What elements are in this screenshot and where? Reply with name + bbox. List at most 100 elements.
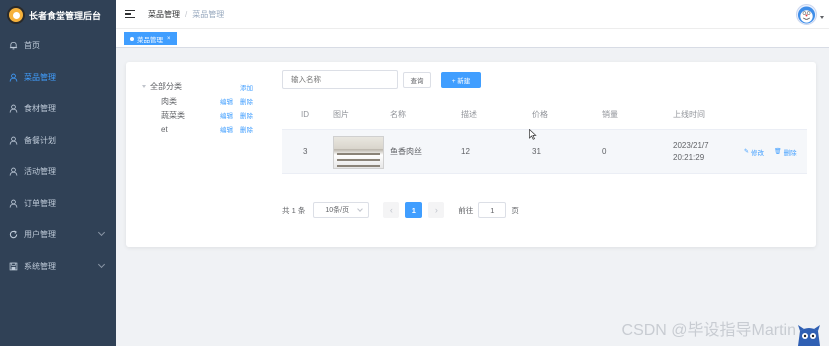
- user-icon: [8, 104, 18, 114]
- caret-down-icon[interactable]: [820, 16, 824, 19]
- edit-category-link[interactable]: 编辑: [220, 124, 233, 134]
- avatar[interactable]: [796, 4, 817, 25]
- sidebar-item-3[interactable]: 备餐计划: [0, 125, 116, 157]
- cell-id: 3: [303, 147, 308, 156]
- sidebar-item-label: 活动管理: [24, 167, 56, 177]
- chevron-down-icon: [357, 206, 364, 212]
- breadcrumb: 菜品管理 / 菜品管理: [148, 9, 224, 20]
- add-category-link[interactable]: 添加: [240, 82, 253, 92]
- column-header: 名称: [390, 110, 406, 119]
- page-unit-label: 页: [511, 205, 519, 215]
- delete-button[interactable]: 🗑 删除: [774, 147, 797, 157]
- user-icon: [8, 135, 18, 145]
- user-icon: [8, 167, 18, 177]
- trash-icon: 🗑: [774, 149, 782, 155]
- sidebar-item-5[interactable]: 订单管理: [0, 188, 116, 220]
- tree-node-root[interactable]: 全部分类 添加: [142, 79, 260, 94]
- tags-view: 菜品管理 ×: [116, 29, 829, 48]
- dish-table: ID 图片 名称 描述 价格 销量 上线时间 3 鱼香肉丝 12 31 0 20…: [282, 100, 807, 174]
- cell-sales: 0: [602, 147, 607, 156]
- page-number[interactable]: 1: [405, 202, 423, 218]
- goto-label: 前往: [458, 205, 474, 215]
- column-header: 描述: [461, 110, 477, 119]
- avatar-icon: [797, 5, 816, 24]
- query-button[interactable]: 查询: [403, 72, 431, 88]
- app-title: 长者食堂管理后台: [29, 10, 102, 21]
- hamburger-icon[interactable]: [125, 10, 135, 18]
- column-header: 上线时间: [673, 110, 705, 119]
- goto-page-input[interactable]: 1: [478, 202, 507, 218]
- pagination-total: 共 1 条: [282, 205, 306, 215]
- cell-time: 2023/21/7 20:21:29: [673, 140, 709, 162]
- sidebar-item-label: 首页: [24, 41, 40, 51]
- mascot-icon: [798, 325, 820, 346]
- tree-node-label: 全部分类: [150, 82, 182, 91]
- delete-category-link[interactable]: 删除: [240, 96, 253, 106]
- edit-category-link[interactable]: 编辑: [220, 96, 233, 106]
- cell-name: 鱼香肉丝: [390, 147, 422, 156]
- save-icon: [8, 261, 18, 271]
- user-icon: [8, 198, 18, 208]
- edit-button[interactable]: ✎ 修改: [744, 147, 764, 157]
- dot-icon: [130, 36, 134, 41]
- sidebar-item-label: 订单管理: [24, 198, 56, 208]
- sidebar-item-label: 备餐计划: [24, 135, 56, 145]
- tag-label: 菜品管理: [137, 36, 163, 44]
- sidebar-item-4[interactable]: 活动管理: [0, 156, 116, 188]
- close-icon[interactable]: ×: [167, 36, 171, 42]
- edit-category-link[interactable]: 编辑: [220, 110, 233, 120]
- top-navbar: 菜品管理 / 菜品管理: [116, 0, 829, 29]
- next-page-button[interactable]: ›: [428, 202, 445, 218]
- category-tree: 全部分类 添加 肉类 编辑 删除 蔬菜类 编辑 删除 et 编辑 删除: [142, 79, 260, 136]
- bell-icon: [8, 41, 18, 51]
- sidebar-item-6[interactable]: 用户管理: [0, 219, 116, 251]
- sidebar-menu: 首页菜品管理食材管理备餐计划活动管理订单管理用户管理系统管理: [0, 30, 116, 282]
- page-size-value: 10条/页: [325, 207, 350, 214]
- delete-category-link[interactable]: 删除: [240, 124, 253, 134]
- pagination: 共 1 条 10条/页 ‹ 1 › 前往 1 页: [282, 202, 519, 218]
- column-header: ID: [301, 110, 309, 119]
- edit-label: 修改: [751, 149, 765, 157]
- tree-node[interactable]: 肉类 编辑 删除: [142, 94, 260, 108]
- watermark: CSDN @毕设指导Martin: [621, 322, 796, 339]
- sidebar-item-1[interactable]: 菜品管理: [0, 62, 116, 94]
- brand[interactable]: 长者食堂管理后台: [0, 0, 116, 30]
- add-dish-button[interactable]: + 新建: [441, 72, 481, 88]
- delete-label: 删除: [783, 149, 797, 157]
- sidebar-item-label: 系统管理: [24, 261, 56, 271]
- breadcrumb-item-current: 菜品管理: [192, 9, 225, 19]
- table-header: ID 图片 名称 描述 价格 销量 上线时间: [282, 100, 807, 130]
- tree-node[interactable]: 蔬菜类 编辑 删除: [142, 108, 260, 122]
- edit-icon: ✎: [744, 149, 750, 155]
- sidebar-item-7[interactable]: 系统管理: [0, 251, 116, 283]
- sidebar-item-label: 用户管理: [24, 230, 56, 240]
- refresh-icon: [8, 230, 18, 240]
- logo-icon: [7, 6, 25, 24]
- main-content: 全部分类 添加 肉类 编辑 删除 蔬菜类 编辑 删除 et 编辑 删除 查询 +…: [116, 48, 829, 346]
- search-input[interactable]: [282, 70, 398, 89]
- tree-node[interactable]: et 编辑 删除: [142, 122, 260, 136]
- page-size-select[interactable]: 10条/页: [313, 202, 370, 218]
- tree-node-label: 肉类: [161, 96, 177, 106]
- cell-price: 31: [532, 147, 541, 156]
- sidebar: 长者食堂管理后台 首页菜品管理食材管理备餐计划活动管理订单管理用户管理系统管理: [0, 0, 116, 346]
- delete-category-link[interactable]: 删除: [240, 110, 253, 120]
- sidebar-item-label: 菜品管理: [24, 72, 56, 82]
- column-header: 价格: [532, 110, 548, 119]
- sidebar-item-0[interactable]: 首页: [0, 30, 116, 62]
- chevron-down-icon: [97, 228, 106, 237]
- tree-node-label: 蔬菜类: [161, 110, 185, 120]
- sidebar-item-label: 食材管理: [24, 104, 56, 114]
- user-icon: [8, 72, 18, 82]
- content-card: 全部分类 添加 肉类 编辑 删除 蔬菜类 编辑 删除 et 编辑 删除 查询 +…: [126, 62, 816, 247]
- tag-active[interactable]: 菜品管理 ×: [124, 32, 177, 45]
- breadcrumb-item[interactable]: 菜品管理: [148, 9, 180, 20]
- column-header: 销量: [602, 110, 618, 119]
- chevron-down-icon: [97, 260, 106, 268]
- breadcrumb-separator: /: [185, 9, 188, 19]
- sidebar-item-2[interactable]: 食材管理: [0, 93, 116, 125]
- prev-page-button[interactable]: ‹: [383, 202, 400, 218]
- mouse-cursor-icon: [529, 129, 537, 140]
- table-row[interactable]: 3 鱼香肉丝 12 31 0 2023/21/7 20:21:29 ✎ 修改 🗑: [282, 130, 807, 174]
- caret-down-icon[interactable]: [142, 85, 146, 88]
